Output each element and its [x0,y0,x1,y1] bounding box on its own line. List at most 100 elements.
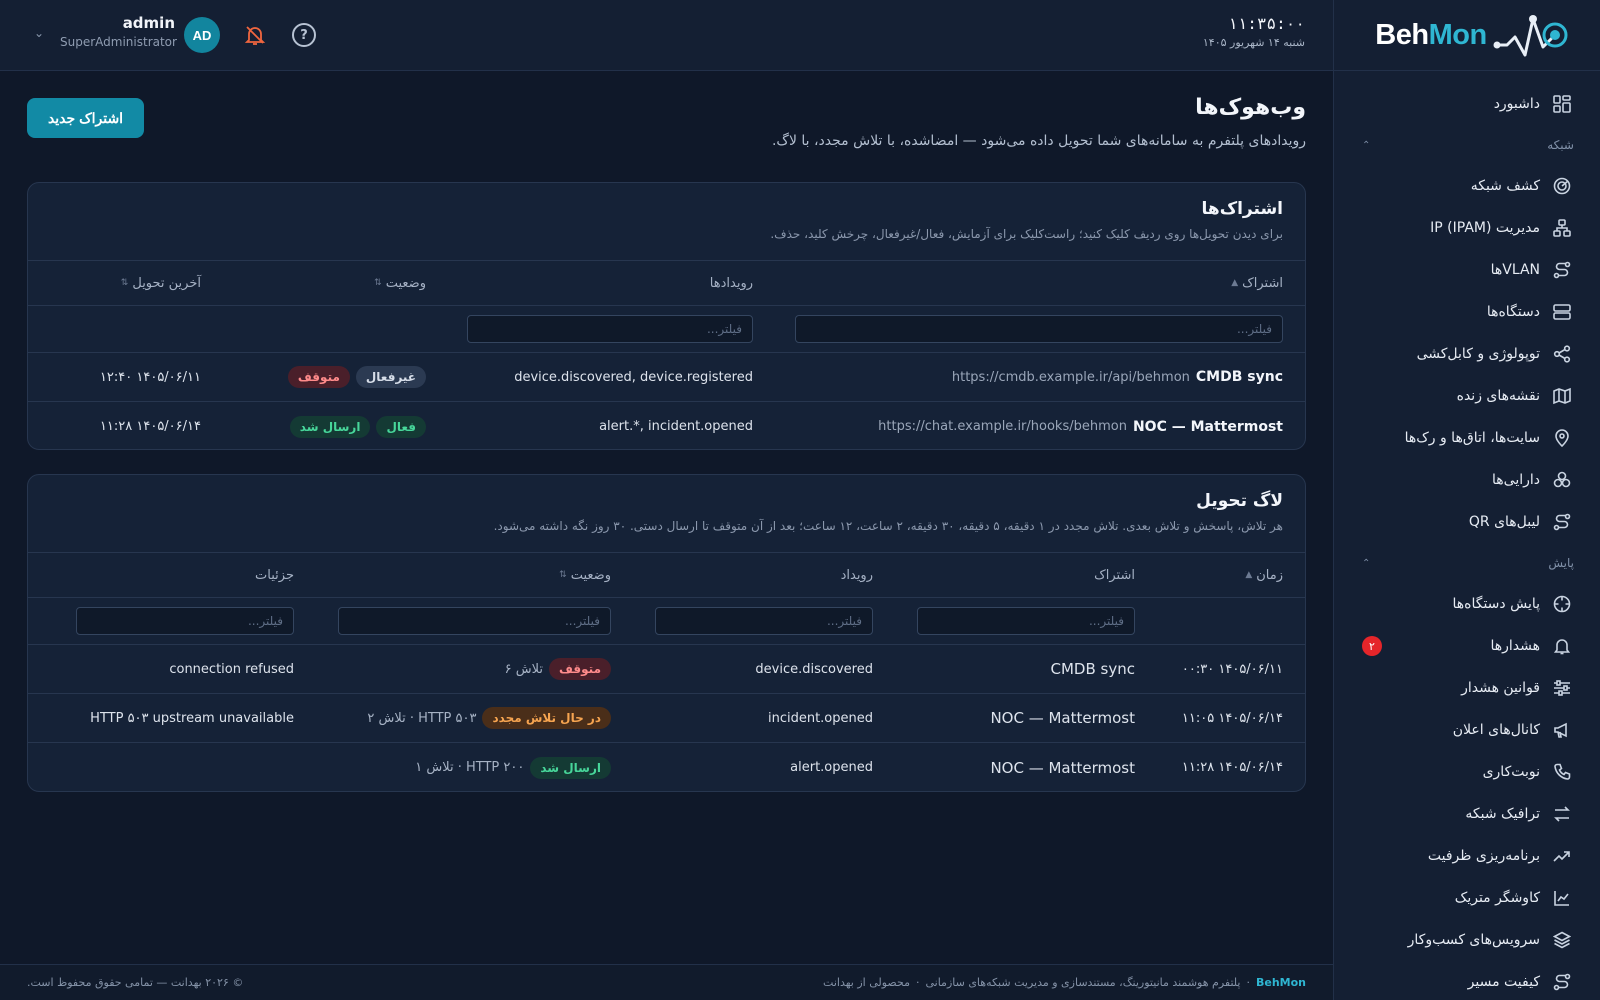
column-header-subscription[interactable]: اشتراک ▲ [1231,261,1283,305]
grid-icon [1552,94,1572,114]
sidebar-item-sites[interactable]: سایت‌ها، اتاق‌ها و رک‌ها [1334,417,1600,459]
status-badge: در حال تلاش مجدد [482,707,611,729]
sidebar-item-label: سرویس‌های کسب‌وکار [1407,932,1540,948]
sidebar: BehMon داشبورد شبکه ⌃ کشف شبکه مدیریت IP… [1333,0,1600,1000]
sidebar-group-network[interactable]: شبکه ⌃ [1334,125,1600,165]
sidebar-item-alert-rules[interactable]: قوانین هشدار [1334,667,1600,709]
trending-up-icon [1552,846,1572,866]
table-row[interactable]: CMDB sync https://cmdb.example.ir/api/be… [28,353,1305,402]
sidebar-item-label: ترافیک شبکه [1465,806,1540,822]
sidebar-item-label: کیفیت مسیر [1467,974,1540,990]
sidebar-item-label: مدیریت IP (IPAM) [1430,220,1540,236]
sidebar-item-label: لیبل‌های QR [1468,514,1540,530]
footer-product: محصولی از بهدانت [823,976,910,989]
sidebar-item-topology[interactable]: توپولوژی و کابل‌کشی [1334,333,1600,375]
footer-copyright: © ۲۰۲۶ بهدانت — تمامی حقوق محفوظ است. [27,976,244,989]
status-cell: غیرفعال متوقف [287,353,426,401]
subscription-cell: NOC — Mattermost [990,758,1135,777]
sidebar-item-assets[interactable]: دارایی‌ها [1334,459,1600,501]
chevron-down-icon[interactable]: ⌄ [34,26,44,40]
status-cell: در حال تلاش مجدد HTTP ۵۰۳ · تلاش ۲ [367,694,611,742]
sidebar-item-network-discovery[interactable]: کشف شبکه [1334,165,1600,207]
help-icon[interactable]: ? [292,23,316,47]
sidebar-item-metric-explorer[interactable]: کاوشگر متریک [1334,877,1600,919]
sidebar-nav: داشبورد شبکه ⌃ کشف شبکه مدیریت IP (IPAM)… [1334,71,1600,1000]
column-label: آخرین تحویل [132,275,201,291]
page-title: وب‌هوک‌ها [1195,95,1306,120]
delivery-log-header-row: زمان ▲ اشتراک رویداد وضعیت ⇅ جزئیات [28,553,1305,598]
column-header-event: رویداد [841,553,873,597]
sidebar-item-dashboard[interactable]: داشبورد [1334,83,1600,125]
sidebar-item-network-traffic[interactable]: ترافیک شبکه [1334,793,1600,835]
delivery-log-title: لاگ تحویل [1196,491,1283,511]
subscription-url: https://cmdb.example.ir/api/behmon [951,369,1190,385]
sort-asc-icon: ▲ [1231,278,1239,288]
sidebar-item-vlans[interactable]: VLANها [1334,249,1600,291]
subscriptions-filter-row [28,306,1305,353]
attempt-info: HTTP ۲۰۰ · تلاش ۱ [415,760,525,775]
avatar[interactable]: AD [184,17,220,53]
sidebar-item-alerts[interactable]: هشدارها ۲ [1334,625,1600,667]
subscriptions-subtitle: برای دیدن تحویل‌ها روی ردیف کلیک کنید؛ ر… [770,227,1283,241]
column-header-last-delivery[interactable]: آخرین تحویل ⇅ [121,261,201,305]
table-row[interactable]: ۱۴۰۵/۰۶/۱۱ ۰۰:۳۰ CMDB sync device.discov… [28,645,1305,694]
sidebar-item-on-call[interactable]: نوبت‌کاری [1334,751,1600,793]
subscription-url: https://chat.example.ir/hooks/behmon [878,419,1127,434]
radar-icon [1552,176,1572,196]
sidebar-group-monitoring[interactable]: پایش ⌃ [1334,543,1600,583]
status-badge: غیرفعال [355,366,426,388]
column-header-status[interactable]: وضعیت ⇅ [559,553,611,597]
filter-event-input[interactable] [655,607,873,635]
table-row[interactable]: ۱۴۰۵/۰۶/۱۴ ۱۱:۰۵ NOC — Mattermost incide… [28,694,1305,743]
sidebar-item-label: هشدارها [1490,638,1540,654]
user-menu[interactable]: admin SuperAdministrator [60,14,177,49]
status-badge: ارسال شد [289,415,371,438]
delivery-log-card-header: لاگ تحویل هر تلاش، پاسخش و تلاش بعدی. تل… [28,475,1305,553]
brand-logo[interactable]: BehMon [1334,0,1600,71]
column-label: وضعیت [570,567,611,583]
subscriptions-card-header: اشتراک‌ها برای دیدن تحویل‌ها روی ردیف کل… [28,183,1305,261]
new-subscription-button[interactable]: اشتراک جدید [27,98,144,138]
chevron-up-icon: ⌃ [1362,139,1371,151]
details-cell: connection refused [169,661,294,677]
filter-events-input[interactable] [467,315,753,343]
table-row[interactable]: ۱۴۰۵/۰۶/۱۴ ۱۱:۲۸ NOC — Mattermost alert.… [28,743,1305,791]
sort-asc-icon: ▲ [1245,570,1253,580]
column-header-status[interactable]: وضعیت ⇅ [374,261,426,305]
sidebar-item-ipam[interactable]: مدیریت IP (IPAM) [1334,207,1600,249]
sidebar-item-device-monitoring[interactable]: پایش دستگاه‌ها [1334,583,1600,625]
filter-subscription-input[interactable] [795,315,1283,343]
sliders-icon [1552,678,1572,698]
sidebar-item-business-services[interactable]: سرویس‌های کسب‌وکار [1334,919,1600,961]
table-row[interactable]: NOC — Mattermost https://chat.example.ir… [28,402,1305,449]
last-delivery-cell: ۱۴۰۵/۰۶/۱۱ ۱۲:۴۰ [99,369,201,385]
sidebar-item-notification-channels[interactable]: کانال‌های اعلان [1334,709,1600,751]
brand-mark-icon [1493,15,1568,57]
event-cell: alert.opened [790,760,873,775]
bell-off-icon[interactable] [242,22,268,48]
sidebar-item-label: قوانین هشدار [1461,680,1540,696]
sidebar-item-label: داشبورد [1493,96,1540,112]
status-cell: ارسال شد HTTP ۲۰۰ · تلاش ۱ [415,743,611,791]
sidebar-item-qr-labels[interactable]: لیبل‌های QR [1334,501,1600,543]
column-label: اشتراک [1242,275,1283,291]
column-header-time[interactable]: زمان ▲ [1245,553,1283,597]
map-pin-icon [1552,428,1572,448]
delivery-log-card: لاگ تحویل هر تلاش، پاسخش و تلاش بعدی. تل… [27,474,1306,792]
sidebar-item-live-maps[interactable]: نقشه‌های زنده [1334,375,1600,417]
phone-icon [1552,762,1572,782]
filter-details-input[interactable] [76,607,294,635]
details-cell: HTTP ۵۰۳ upstream unavailable [90,710,294,726]
footer: BehMon · پلتفرم هوشمند مانیتورینگ، مستند… [0,964,1333,1000]
column-label: رویدادها [709,275,753,291]
footer-brand: BehMon [1255,976,1306,989]
sidebar-item-path-quality[interactable]: کیفیت مسیر [1334,961,1600,1000]
sort-icon: ⇅ [559,570,567,580]
sidebar-item-capacity-planning[interactable]: برنامه‌ریزی ظرفیت [1334,835,1600,877]
filter-subscription-input[interactable] [917,607,1135,635]
clock: ۱۱:۳۵:۰۰ شنبه ۱۴ شهریور ۱۴۰۵ [1203,14,1305,49]
footer-separator: · [1246,976,1250,989]
sidebar-item-devices[interactable]: دستگاه‌ها [1334,291,1600,333]
filter-status-input[interactable] [338,607,611,635]
route-icon [1552,972,1572,992]
